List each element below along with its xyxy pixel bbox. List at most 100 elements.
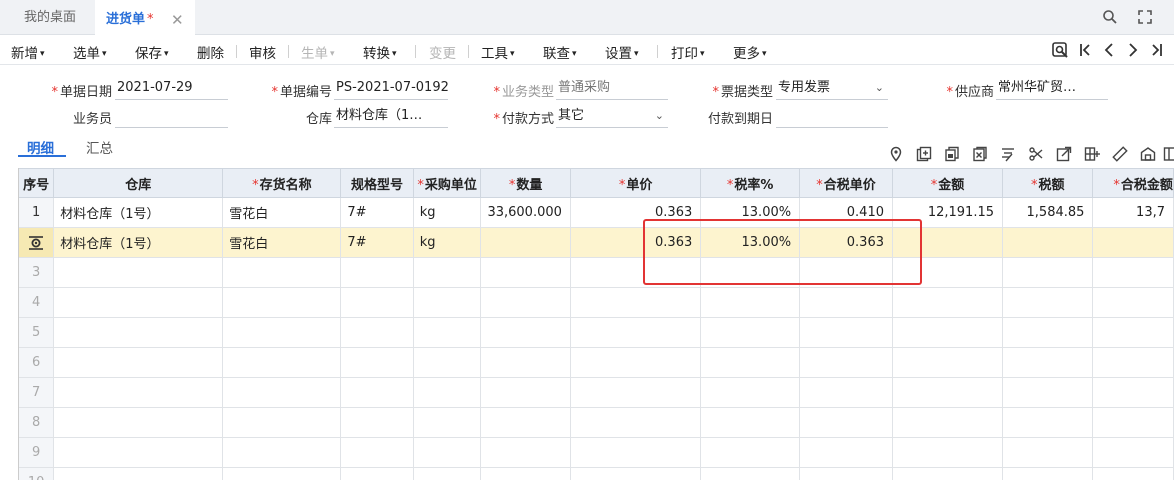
empty-cell[interactable] bbox=[700, 257, 801, 288]
empty-cell[interactable] bbox=[340, 407, 414, 438]
col-header-total[interactable]: *合税金额 bbox=[1092, 168, 1174, 198]
ruler-icon[interactable] bbox=[1112, 146, 1128, 162]
empty-cell[interactable] bbox=[53, 377, 224, 408]
clear-format-icon[interactable] bbox=[1000, 146, 1016, 162]
col-header-price[interactable]: *单价 bbox=[570, 168, 702, 198]
empty-cell[interactable] bbox=[480, 347, 571, 378]
empty-cell[interactable] bbox=[53, 347, 224, 378]
cell-price[interactable]: 0.363 bbox=[570, 227, 702, 258]
pay-method-select[interactable]: 其它 ⌄ bbox=[556, 106, 668, 128]
close-tab-icon[interactable]: ✕ bbox=[171, 2, 184, 38]
empty-cell[interactable] bbox=[892, 257, 1004, 288]
empty-cell[interactable] bbox=[1002, 407, 1094, 438]
tab-detail[interactable]: 明细 bbox=[27, 137, 54, 157]
table-row[interactable]: 1 材料仓库（1号） 雪花白 7# kg 33,600.000 0.363 13… bbox=[19, 197, 1174, 228]
last-record-icon[interactable] bbox=[1148, 41, 1166, 59]
col-header-seq[interactable]: 序号 bbox=[19, 168, 55, 198]
empty-cell[interactable] bbox=[1092, 287, 1174, 318]
col-header-tax-price[interactable]: *合税单价 bbox=[799, 168, 893, 198]
empty-cell[interactable] bbox=[1002, 257, 1094, 288]
empty-cell[interactable] bbox=[1002, 467, 1094, 480]
tab-summary[interactable]: 汇总 bbox=[86, 137, 113, 157]
empty-cell[interactable] bbox=[413, 257, 482, 288]
doc-date-field[interactable]: 2021-07-29 bbox=[115, 78, 228, 100]
empty-cell[interactable] bbox=[222, 347, 342, 378]
invoice-type-select[interactable]: 专用发票 ⌄ bbox=[776, 78, 888, 100]
empty-cell[interactable] bbox=[53, 407, 224, 438]
cell-item-name[interactable]: 雪花白 bbox=[222, 197, 342, 228]
empty-cell[interactable] bbox=[799, 467, 893, 480]
empty-cell[interactable] bbox=[480, 437, 571, 468]
empty-cell[interactable] bbox=[570, 257, 702, 288]
empty-cell[interactable] bbox=[700, 437, 801, 468]
add-row-icon[interactable] bbox=[916, 146, 932, 162]
cell-warehouse[interactable]: 材料仓库（1号） bbox=[53, 227, 224, 258]
empty-cell[interactable] bbox=[570, 437, 702, 468]
warehouse-icon[interactable] bbox=[1140, 146, 1156, 162]
cell-warehouse[interactable]: 材料仓库（1号） bbox=[53, 197, 224, 228]
col-header-tax[interactable]: *税额 bbox=[1002, 168, 1094, 198]
empty-cell[interactable] bbox=[799, 407, 893, 438]
empty-cell[interactable] bbox=[222, 467, 342, 480]
cell-spec[interactable]: 7# bbox=[340, 197, 414, 228]
table-row[interactable]: 7 bbox=[19, 377, 1174, 408]
empty-cell[interactable] bbox=[570, 467, 702, 480]
pay-due-field[interactable] bbox=[776, 106, 888, 128]
col-header-unit[interactable]: *采购单位 bbox=[413, 168, 482, 198]
col-header-amount[interactable]: *金额 bbox=[892, 168, 1004, 198]
split-row-icon[interactable] bbox=[1028, 146, 1044, 162]
tab-desktop[interactable]: 我的桌面 bbox=[24, 0, 76, 35]
biz-type-field[interactable]: 普通采购 bbox=[556, 78, 668, 100]
location-icon[interactable] bbox=[888, 146, 904, 162]
empty-cell[interactable] bbox=[892, 377, 1004, 408]
empty-cell[interactable] bbox=[700, 467, 801, 480]
column-settings-icon[interactable] bbox=[1163, 146, 1174, 162]
empty-cell[interactable] bbox=[1092, 437, 1174, 468]
empty-cell[interactable] bbox=[480, 467, 571, 480]
empty-cell[interactable] bbox=[480, 377, 571, 408]
cell-total[interactable] bbox=[1092, 227, 1174, 258]
empty-cell[interactable] bbox=[1092, 467, 1174, 480]
empty-cell[interactable] bbox=[1002, 347, 1094, 378]
col-header-spec[interactable]: 规格型号 bbox=[340, 168, 414, 198]
empty-cell[interactable] bbox=[1092, 407, 1174, 438]
empty-cell[interactable] bbox=[700, 407, 801, 438]
query-button[interactable]: 联查 ▾ bbox=[543, 42, 577, 62]
empty-cell[interactable] bbox=[1092, 377, 1174, 408]
empty-cell[interactable] bbox=[570, 407, 702, 438]
empty-cell[interactable] bbox=[570, 287, 702, 318]
empty-cell[interactable] bbox=[892, 437, 1004, 468]
table-row[interactable]: 10 bbox=[19, 467, 1174, 480]
cell-spec[interactable]: 7# bbox=[340, 227, 414, 258]
empty-cell[interactable] bbox=[480, 317, 571, 348]
table-row[interactable]: 5 bbox=[19, 317, 1174, 348]
empty-cell[interactable] bbox=[340, 347, 414, 378]
fullscreen-icon[interactable] bbox=[1137, 9, 1153, 25]
empty-cell[interactable] bbox=[799, 347, 893, 378]
cell-tax-price[interactable]: 0.363 bbox=[799, 227, 893, 258]
empty-cell[interactable] bbox=[413, 407, 482, 438]
new-button[interactable]: 新增 ▾ bbox=[11, 42, 45, 62]
doc-no-field[interactable]: PS-2021-07-0192 bbox=[334, 78, 448, 100]
empty-cell[interactable] bbox=[799, 257, 893, 288]
search-icon[interactable] bbox=[1102, 9, 1118, 25]
convert-button[interactable]: 转换 ▾ bbox=[363, 42, 397, 62]
empty-cell[interactable] bbox=[413, 377, 482, 408]
row-settings-icon[interactable] bbox=[19, 227, 55, 258]
empty-cell[interactable] bbox=[222, 407, 342, 438]
cell-total[interactable]: 13,7 bbox=[1092, 197, 1174, 228]
empty-cell[interactable] bbox=[340, 377, 414, 408]
empty-cell[interactable] bbox=[222, 257, 342, 288]
tab-purchase-receipt[interactable]: 进货单 * ✕ bbox=[95, 0, 195, 35]
empty-cell[interactable] bbox=[222, 317, 342, 348]
empty-cell[interactable] bbox=[700, 287, 801, 318]
empty-cell[interactable] bbox=[799, 437, 893, 468]
empty-cell[interactable] bbox=[892, 317, 1004, 348]
cell-tax-rate[interactable]: 13.00% bbox=[700, 197, 801, 228]
empty-cell[interactable] bbox=[570, 317, 702, 348]
cell-tax-rate[interactable]: 13.00% bbox=[700, 227, 801, 258]
empty-cell[interactable] bbox=[340, 257, 414, 288]
previous-record-icon[interactable] bbox=[1100, 41, 1118, 59]
cell-qty[interactable]: 33,600.000 bbox=[480, 197, 571, 228]
locate-doc-icon[interactable] bbox=[1051, 41, 1069, 59]
